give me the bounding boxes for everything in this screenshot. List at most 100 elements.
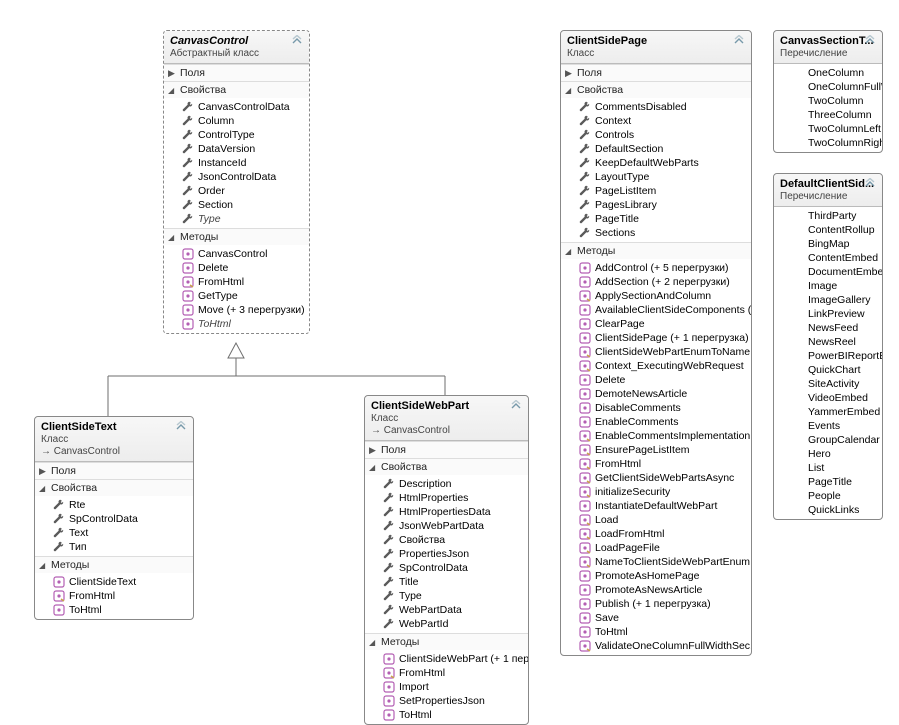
member-item[interactable]: Hero (774, 447, 882, 461)
class-clientsidewebpart[interactable]: ClientSideWebPartКласс→ CanvasControlПол… (364, 395, 529, 725)
member-item[interactable]: Свойства (365, 533, 528, 547)
member-item[interactable]: DefaultSection (561, 142, 751, 156)
member-item[interactable]: FromHtml (35, 589, 193, 603)
member-item[interactable]: PageTitle (561, 212, 751, 226)
member-item[interactable]: HtmlPropertiesData (365, 505, 528, 519)
member-item[interactable]: CanvasControl (164, 247, 309, 261)
member-item[interactable]: ControlType (164, 128, 309, 142)
member-item[interactable]: Description (365, 477, 528, 491)
member-item[interactable]: NameToClientSideWebPartEnum (561, 555, 751, 569)
member-item[interactable]: AddControl (+ 5 перегрузки) (561, 261, 751, 275)
member-item[interactable]: Events (774, 419, 882, 433)
member-item[interactable]: Title (365, 575, 528, 589)
member-item[interactable]: Load (561, 513, 751, 527)
member-item[interactable]: CanvasControlData (164, 100, 309, 114)
member-item[interactable]: Column (164, 114, 309, 128)
member-item[interactable]: ClientSidePage (+ 1 перегрузка) (561, 331, 751, 345)
member-item[interactable]: ContentRollup (774, 223, 882, 237)
member-item[interactable]: ToHtml (35, 603, 193, 617)
member-item[interactable]: LoadFromHtml (561, 527, 751, 541)
member-item[interactable]: initializeSecurity (561, 485, 751, 499)
enum-canvassectiontemplate[interactable]: CanvasSectionT...ПеречислениеOneColumnOn… (773, 30, 883, 153)
member-item[interactable]: JsonControlData (164, 170, 309, 184)
member-item[interactable]: QuickLinks (774, 503, 882, 517)
member-item[interactable]: EnsurePageListItem (561, 443, 751, 457)
member-item[interactable]: Move (+ 3 перегрузки) (164, 303, 309, 317)
member-item[interactable]: VideoEmbed (774, 391, 882, 405)
section-header-Методы[interactable]: Методы (561, 242, 751, 259)
member-item[interactable]: ClearPage (561, 317, 751, 331)
member-item[interactable]: QuickChart (774, 363, 882, 377)
collapse-icon[interactable] (510, 400, 522, 412)
member-item[interactable]: FromHtml (365, 666, 528, 680)
section-header-Поля[interactable]: Поля (35, 462, 193, 479)
member-item[interactable]: CommentsDisabled (561, 100, 751, 114)
member-item[interactable]: ToHtml (365, 708, 528, 722)
member-item[interactable]: Publish (+ 1 перегрузка) (561, 597, 751, 611)
collapse-icon[interactable] (864, 35, 876, 47)
member-item[interactable]: PageTitle (774, 475, 882, 489)
member-item[interactable]: TwoColumnRight (774, 136, 882, 150)
member-item[interactable]: Controls (561, 128, 751, 142)
member-item[interactable]: Type (365, 589, 528, 603)
member-item[interactable]: BingMap (774, 237, 882, 251)
member-item[interactable]: ToHtml (164, 317, 309, 331)
section-header-Методы[interactable]: Методы (365, 633, 528, 650)
member-item[interactable]: Type (164, 212, 309, 226)
member-item[interactable]: Import (365, 680, 528, 694)
member-item[interactable]: Save (561, 611, 751, 625)
member-item[interactable]: HtmlProperties (365, 491, 528, 505)
member-item[interactable]: GetType (164, 289, 309, 303)
member-item[interactable]: EnableCommentsImplementation (561, 429, 751, 443)
member-item[interactable]: InstanceId (164, 156, 309, 170)
member-item[interactable]: PagesLibrary (561, 198, 751, 212)
member-item[interactable]: ContentEmbed (774, 251, 882, 265)
member-item[interactable]: ImageGallery (774, 293, 882, 307)
member-item[interactable]: DemoteNewsArticle (561, 387, 751, 401)
member-item[interactable]: GroupCalendar (774, 433, 882, 447)
section-header-Свойства[interactable]: Свойства (35, 479, 193, 496)
member-item[interactable]: ToHtml (561, 625, 751, 639)
member-item[interactable]: FromHtml (561, 457, 751, 471)
member-item[interactable]: WebPartData (365, 603, 528, 617)
member-item[interactable]: PageListItem (561, 184, 751, 198)
member-item[interactable]: Тип (35, 540, 193, 554)
section-header-Свойства[interactable]: Свойства (365, 458, 528, 475)
member-item[interactable]: NewsFeed (774, 321, 882, 335)
collapse-icon[interactable] (291, 35, 303, 47)
member-item[interactable]: Context_ExecutingWebRequest (561, 359, 751, 373)
member-item[interactable]: DataVersion (164, 142, 309, 156)
member-item[interactable]: ClientSideWebPart (+ 1 пер... (365, 652, 528, 666)
member-item[interactable]: LinkPreview (774, 307, 882, 321)
member-item[interactable]: InstantiateDefaultWebPart (561, 499, 751, 513)
member-item[interactable]: OneColumn (774, 66, 882, 80)
collapse-icon[interactable] (733, 35, 745, 47)
section-header-Свойства[interactable]: Свойства (561, 81, 751, 98)
member-item[interactable]: List (774, 461, 882, 475)
member-item[interactable]: ClientSideWebPartEnumToName (561, 345, 751, 359)
member-item[interactable]: YammerEmbed (774, 405, 882, 419)
member-item[interactable]: KeepDefaultWebParts (561, 156, 751, 170)
member-item[interactable]: TwoColumnLeft (774, 122, 882, 136)
member-item[interactable]: Sections (561, 226, 751, 240)
class-clientsidetext[interactable]: ClientSideTextКласс→ CanvasControlПоляСв… (34, 416, 194, 620)
member-item[interactable]: SiteActivity (774, 377, 882, 391)
member-item[interactable]: SetPropertiesJson (365, 694, 528, 708)
collapse-icon[interactable] (864, 178, 876, 190)
member-item[interactable]: ApplySectionAndColumn (561, 289, 751, 303)
member-item[interactable]: PropertiesJson (365, 547, 528, 561)
member-item[interactable]: FromHtml (164, 275, 309, 289)
member-item[interactable]: DocumentEmbed (774, 265, 882, 279)
section-header-Методы[interactable]: Методы (164, 228, 309, 245)
member-item[interactable]: NewsReel (774, 335, 882, 349)
member-item[interactable]: AddSection (+ 2 перегрузки) (561, 275, 751, 289)
member-item[interactable]: Delete (561, 373, 751, 387)
member-item[interactable]: OneColumnFullWidth (774, 80, 882, 94)
member-item[interactable]: Rte (35, 498, 193, 512)
member-item[interactable]: Order (164, 184, 309, 198)
member-item[interactable]: LayoutType (561, 170, 751, 184)
enum-defaultclientsidewebparts[interactable]: DefaultClientSid...ПеречислениеThirdPart… (773, 173, 883, 520)
member-item[interactable]: SpControlData (365, 561, 528, 575)
collapse-icon[interactable] (175, 421, 187, 433)
member-item[interactable]: LoadPageFile (561, 541, 751, 555)
